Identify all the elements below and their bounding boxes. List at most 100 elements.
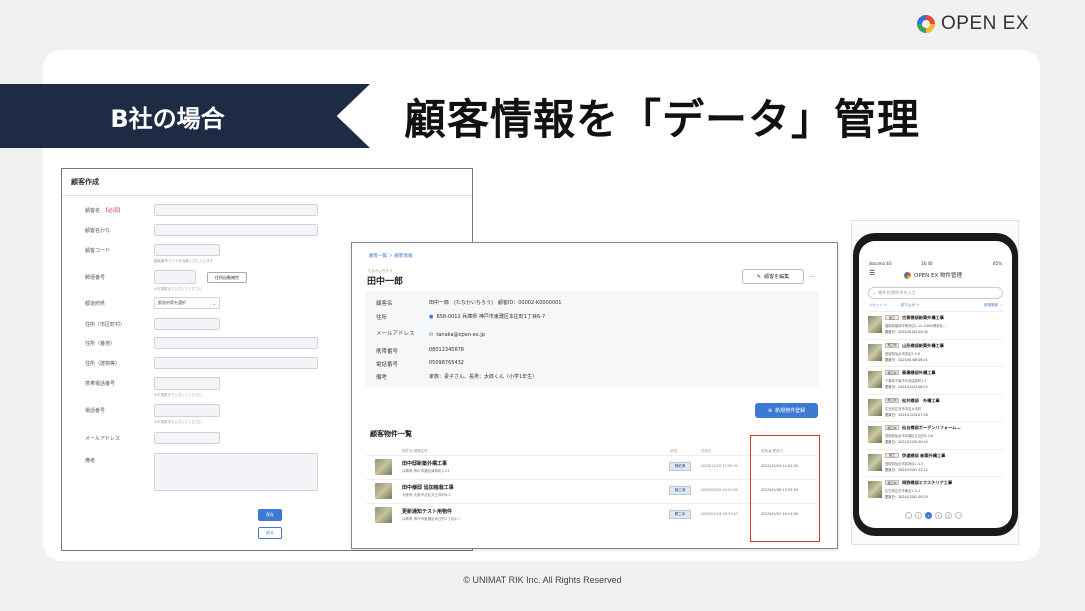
property-name: 山形様邸新築外構工事 xyxy=(902,342,944,348)
mobile-input[interactable] xyxy=(154,377,220,390)
property-name: 高橋様邸外構工事 xyxy=(902,370,936,375)
field-label-email: メールアドレス xyxy=(85,436,121,442)
chevron-down-icon: ⌄ xyxy=(212,300,216,306)
mobile-search-input[interactable]: ⌕ 物件名/物件名を入力 xyxy=(868,287,1003,299)
street-input[interactable] xyxy=(154,337,318,349)
updated-date: 更新日：2024/12/02 00:29 xyxy=(885,495,928,499)
list-item[interactable]: 施工 古賀様邸新築外構工事 福岡県福岡市博多区1-15-20NM博多前… 更新日：20… xyxy=(867,311,1003,337)
list-item[interactable]: 施工中 松井様邸 外構工事 広島県広島市中区大手町 更新日：2024/12/24 07… xyxy=(867,393,1003,420)
column-header: 物件名/現場住所 xyxy=(402,449,428,453)
page-button[interactable]: 1 xyxy=(915,512,922,519)
field-label-kana: 顧客名かな xyxy=(85,228,111,234)
status-badge: 契約済 xyxy=(669,462,691,471)
map-pin-icon: ● xyxy=(429,314,434,320)
updated-date: 更新日：2024/12/20 00:54 xyxy=(885,440,928,444)
pencil-icon: ✎ xyxy=(756,273,762,280)
zip-input[interactable] xyxy=(154,270,196,284)
code-hint: 顧客番号コードを自動入力しています xyxy=(154,259,214,263)
email-input[interactable] xyxy=(154,432,220,444)
customer-detail-screen: 顧客一覧 ＞ 顧客情報 たなかいちろう 田中一郎 ✎ 顧客を編集 … 顧客名 田中… xyxy=(351,242,838,549)
property-name: 岡野様邸エクステリア工事 xyxy=(902,480,953,485)
page-button[interactable]: ‹ xyxy=(905,512,912,519)
page-button[interactable]: 4 xyxy=(945,512,952,519)
property-thumbnail xyxy=(375,459,392,475)
smartphone-frame: docomo 4G 16:40 85% ☰ OPEN EX 物件管理 ⌕ 物件名/… xyxy=(853,233,1018,536)
field-label-city: 住所（市区町村） xyxy=(85,322,126,328)
status-badge: 施工中 xyxy=(885,370,899,375)
property-address: 宮城県仙台市青葉区五反田4-5-6 xyxy=(885,434,934,438)
back-button[interactable]: 戻る xyxy=(258,527,282,539)
copyright: © UNIMAT RIK Inc. All Rights Reserved xyxy=(463,575,622,585)
info-value: 家族：妻子さん、長男：太郎くん（小学1年生） xyxy=(429,374,538,380)
created-date: 2024/05/02 10:41:52 xyxy=(701,488,739,492)
breadcrumb[interactable]: 顧客一覧 ＞ 顧客情報 xyxy=(369,253,412,259)
edit-customer-button[interactable]: ✎ 顧客を編集 xyxy=(742,269,804,284)
mobile-app-title: OPEN EX 物件管理 xyxy=(904,271,962,279)
field-label-street: 住所（番地） xyxy=(85,341,116,347)
customer-code-input[interactable] xyxy=(154,244,220,256)
updated-date: 更新日：2024/12/24 07:28 xyxy=(885,412,928,417)
hamburger-menu-icon[interactable]: ☰ xyxy=(869,269,875,277)
field-label-mobile: 携帯電話番号 xyxy=(85,381,116,387)
status-badge: 施工中 xyxy=(885,397,899,403)
field-label-notes: 備考 xyxy=(85,458,96,464)
mobile-hint: ※半角数字で入力してください xyxy=(154,393,203,397)
property-address: 大阪府 大阪市北区天王寺町8-1 xyxy=(402,493,451,497)
list-item[interactable]: 施工中 岡野様邸エクステリア工事広島県広島市東区5-5-4 更新日：2024/12/… xyxy=(867,476,1003,502)
customer-name-input[interactable] xyxy=(154,204,318,216)
city-input[interactable] xyxy=(154,318,220,330)
customer-info-panel: 顧客名 田中一郎 (たなかいちろう) 顧客ID：00002-K0000001 住… xyxy=(366,291,818,387)
list-item[interactable]: 施工 伊達様邸 新築外構工事 宮城県仙台市若林区2-4-5 更新日：2024/12/0… xyxy=(867,448,1003,475)
page-button[interactable]: 2 xyxy=(925,512,932,519)
property-thumbnail xyxy=(868,481,882,498)
phone-hint: ※半角数字で入力してください xyxy=(154,420,203,424)
property-address: 兵庫県 神戸市灘区篠原町2-24 xyxy=(402,469,450,473)
property-thumbnail xyxy=(868,453,882,471)
property-thumbnail xyxy=(868,343,882,361)
form-title: 顧客作成 xyxy=(62,169,472,196)
list-item[interactable]: 施工中 仙台様邸ガーデンリフォーム… 宮城県仙台市青葉区五反田4-5-6 更新日：20… xyxy=(867,421,1003,447)
new-property-button[interactable]: ⊕ 新規物件登録 xyxy=(755,403,818,418)
info-value-address: ● 658-0012 兵庫県 神戸市東灘区本庄町1丁目6-7 xyxy=(429,314,546,320)
slide-title: 顧客情報を「データ」管理 xyxy=(404,94,921,144)
customer-kana-input[interactable] xyxy=(154,224,318,236)
created-date: 2023/12/25 17:35:31 xyxy=(701,464,739,468)
status-badge: 施工中 xyxy=(885,342,899,348)
page-button[interactable]: › xyxy=(955,512,962,519)
info-label: 顧客名 xyxy=(376,301,393,307)
info-label: 備考 xyxy=(376,375,388,381)
customer-name: 田中一郎 xyxy=(367,277,404,287)
sort-button[interactable]: 新規登録 ⌄ xyxy=(984,303,1002,308)
prefecture-select[interactable]: 都道府県を選択 ⌄ xyxy=(154,297,220,309)
property-thumbnail xyxy=(375,483,392,499)
status-badge: 施工 xyxy=(885,452,899,458)
status-badge: 施工中 xyxy=(885,425,899,430)
property-address: 広島県広島市東区5-5-4 xyxy=(885,489,921,493)
status-badge: 施工中 xyxy=(885,480,899,485)
info-value: 08012345678 xyxy=(429,347,464,353)
property-address: 宮城県仙台市泉区2-4-6 xyxy=(885,351,921,356)
info-label: 電話番号 xyxy=(376,362,399,368)
filter-button[interactable]: 絞り込み ＋ xyxy=(901,303,920,308)
phone-input[interactable] xyxy=(154,404,220,417)
zip-autofill-button[interactable]: 住所自動補完 xyxy=(207,272,247,283)
notes-textarea[interactable] xyxy=(154,453,318,491)
building-input[interactable] xyxy=(154,357,318,369)
list-item[interactable]: 施工中 高橋様邸外構工事 千葉県千葉市中央区新町1-1 更新日：2024/12/24 … xyxy=(867,366,1003,392)
updated-date: 更新日：2024/12/03 23:12 xyxy=(885,467,928,472)
save-button[interactable]: 保存 xyxy=(258,509,282,521)
property-thumbnail xyxy=(868,426,882,443)
plus-icon: ⊕ xyxy=(767,407,773,414)
info-label: メールアドレス xyxy=(376,331,415,337)
page-button[interactable]: 3 xyxy=(935,512,942,519)
info-label: 住所 xyxy=(376,315,388,321)
more-icon[interactable]: … xyxy=(808,271,815,279)
property-thumbnail xyxy=(375,507,392,523)
info-value-email[interactable]: ✉ tanaka@open-ex.jp xyxy=(429,332,485,338)
list-item[interactable]: 施工中 山形様邸新築外構工事 宮城県仙台市泉区2-4-6 更新日：2025/01/06… xyxy=(867,338,1003,365)
updated-date: 更新日：2025/01/05 05:34 xyxy=(885,330,928,334)
reset-button[interactable]: リセット ↻ xyxy=(869,303,887,308)
refresh-icon: ↻ xyxy=(884,303,888,307)
clock: 16:40 xyxy=(921,261,933,266)
mail-icon: ✉ xyxy=(429,332,434,338)
